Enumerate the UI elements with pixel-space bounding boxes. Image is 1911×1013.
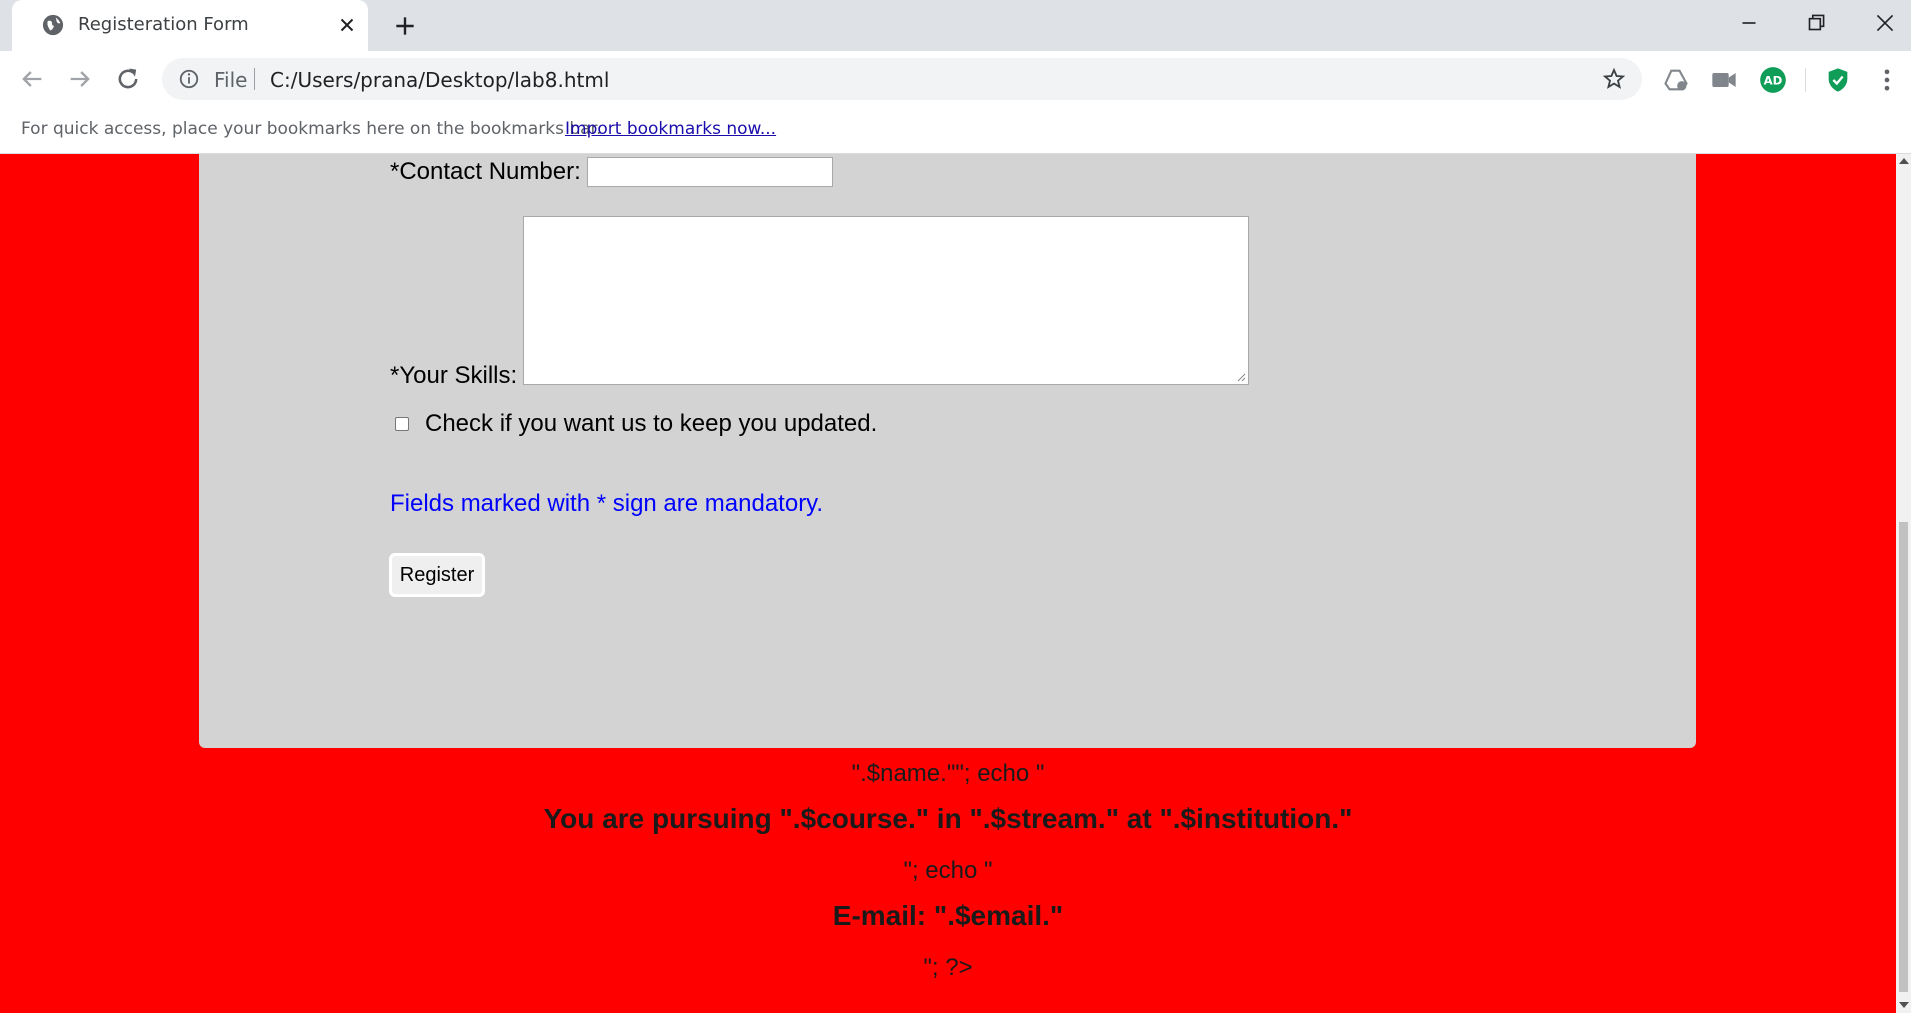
globe-icon: [42, 14, 64, 36]
echo-line: "; echo ": [903, 857, 993, 884]
resize-grip-icon[interactable]: [1236, 372, 1246, 382]
echo-name-line: ".$name.""; echo ": [851, 760, 1045, 787]
menu-icon[interactable]: [1873, 66, 1901, 94]
contact-number-input[interactable]: [587, 157, 833, 187]
import-bookmarks-link[interactable]: Import bookmarks now...: [565, 119, 776, 139]
tab-title: Registeration Form: [78, 14, 249, 35]
svg-text:AD: AD: [1764, 74, 1783, 88]
back-icon[interactable]: [18, 65, 46, 93]
email-heading: E-mail: ".$email.": [832, 900, 1064, 931]
url-scheme: File: [214, 68, 248, 92]
browser-tab[interactable]: Registeration Form: [12, 0, 368, 51]
bookmarks-hint: For quick access, place your bookmarks h…: [21, 119, 602, 139]
browser-toolbar: File C:/Users/prana/Desktop/lab8.html AD: [0, 51, 1911, 107]
php-close-line: "; ?>: [923, 954, 973, 981]
bookmarks-bar: For quick access, place your bookmarks h…: [0, 107, 1911, 154]
omnibox-divider: [254, 68, 255, 90]
register-button[interactable]: Register: [389, 553, 485, 597]
reload-icon[interactable]: [114, 65, 142, 93]
contact-number-label: *Contact Number:: [390, 158, 581, 185]
keep-updated-checkbox[interactable]: [395, 417, 409, 431]
mandatory-note: Fields marked with * sign are mandatory.: [390, 490, 824, 517]
adguard-icon[interactable]: AD: [1759, 66, 1787, 94]
toolbar-divider: [1805, 68, 1806, 92]
forward-icon[interactable]: [66, 65, 94, 93]
pursuing-heading: You are pursuing ".$course." in ".$strea…: [543, 803, 1353, 834]
skills-label: *Your Skills:: [390, 362, 518, 389]
browser-titlebar: Registeration Form: [0, 0, 1911, 51]
page-viewport: *Contact Number: *Your Skills: Check if …: [0, 154, 1896, 1013]
page-scrollbar[interactable]: [1896, 154, 1911, 1013]
scroll-down-arrow-icon[interactable]: [1899, 1002, 1909, 1008]
scrollbar-thumb[interactable]: [1899, 522, 1908, 992]
camera-icon[interactable]: [1710, 66, 1738, 94]
shield-check-icon[interactable]: [1824, 66, 1852, 94]
minimize-icon[interactable]: [1736, 10, 1762, 36]
new-tab-icon[interactable]: [392, 13, 418, 39]
close-window-icon[interactable]: [1872, 10, 1898, 36]
keep-updated-label[interactable]: Check if you want us to keep you updated…: [425, 410, 877, 438]
drive-icon[interactable]: [1662, 66, 1690, 94]
restore-icon[interactable]: [1803, 10, 1829, 36]
url-text[interactable]: C:/Users/prana/Desktop/lab8.html: [270, 68, 609, 92]
scroll-up-arrow-icon[interactable]: [1899, 158, 1909, 164]
address-bar[interactable]: File C:/Users/prana/Desktop/lab8.html: [162, 58, 1642, 100]
skills-textarea[interactable]: [523, 216, 1249, 385]
close-tab-icon[interactable]: [336, 14, 358, 36]
info-icon[interactable]: [178, 68, 200, 90]
bookmark-star-icon[interactable]: [1602, 67, 1626, 91]
registration-form: *Contact Number: *Your Skills: Check if …: [199, 154, 1696, 748]
